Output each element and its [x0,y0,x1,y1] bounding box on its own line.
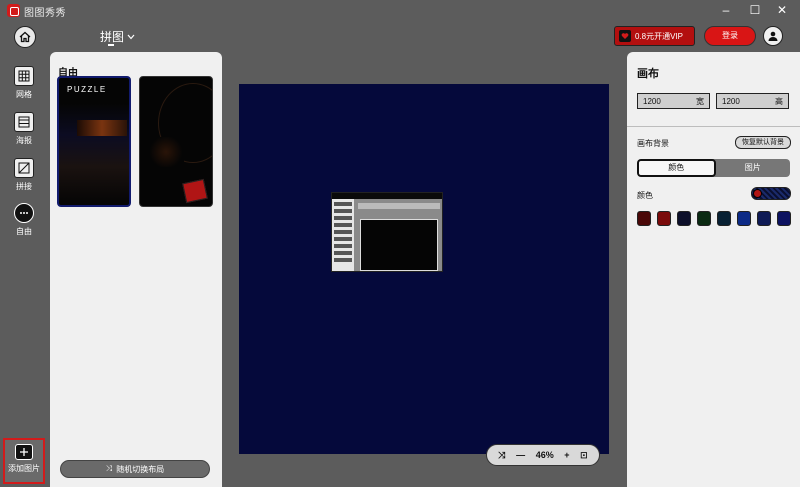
background-type-color[interactable]: 颜色 [637,159,716,177]
tab-underline [108,44,114,46]
vip-button[interactable]: 0.8元开通VIP [614,26,695,46]
maximize-button[interactable]: ☐ [748,3,762,17]
placed-image-toolbar [358,203,440,209]
canvas-placed-image[interactable] [331,192,443,272]
chevron-down-icon [127,34,135,39]
stitch-icon [14,158,34,178]
placed-image-sidebar [332,199,354,271]
template-thumbnail-2-card [182,178,208,204]
canvas-width-value: 1200 [643,96,661,106]
canvas-panel-title: 画布 [637,68,659,80]
rail-item-poster[interactable]: 海报 [0,112,48,146]
vip-label: 0.8元开通VIP [635,31,684,41]
minimize-button[interactable]: – [719,3,733,17]
reset-background-button[interactable]: 恢复默认背景 [735,136,791,149]
color-label: 颜色 [637,191,653,200]
canvas-width-unit: 宽 [696,96,704,106]
shuffle-button[interactable]: ⤨ [498,445,505,465]
home-icon [19,31,31,43]
user-avatar-button[interactable] [763,26,783,46]
template-thumbnail-1-text: PUZZLE [67,85,107,94]
background-type-image[interactable]: 图片 [716,159,791,177]
rail-item-free[interactable]: 自由 [0,203,48,237]
title-bar: 图图秀秀 – ☐ ✕ [0,0,800,20]
free-icon [14,203,34,223]
random-layout-label: 随机切换布局 [116,464,165,474]
color-swatch[interactable] [777,211,791,226]
canvas-height-input[interactable]: 1200 高 [716,93,789,109]
zoom-toolbar: ⤨ — 46% + ⊡ [486,444,600,466]
color-swatch[interactable] [717,211,731,226]
poster-icon [14,112,34,132]
color-swatch[interactable] [677,211,691,226]
color-swatch[interactable] [757,211,771,226]
template-thumbnail-2-image [148,137,184,167]
app-window: 图图秀秀 – ☐ ✕ 拼图 0.8元开通VIP 登录 网格 海报 拼接 自由 添… [0,0,800,487]
properties-panel: 画布 1200 宽 1200 高 画布背景 恢复默认背景 颜色 图片 颜色 [627,52,800,487]
app-logo-icon [7,4,20,17]
template-thumbnail-1[interactable]: PUZZLE [57,76,131,207]
rail-item-free-label: 自由 [16,227,32,236]
zoom-level: 46% [535,450,554,460]
heart-icon [619,30,631,42]
canvas-background-label: 画布背景 [637,139,669,148]
add-image-button[interactable]: 添加图片 [3,438,45,484]
color-picker[interactable] [751,187,791,200]
panel-divider [627,126,800,127]
shuffle-icon: ⤨ [105,464,113,473]
template-thumbnail-1-image [77,120,127,136]
rail-item-grid-label: 网格 [16,90,32,99]
fit-screen-button[interactable]: ⊡ [580,445,588,465]
grid-icon [14,66,34,86]
user-icon [768,31,778,41]
template-panel: 自由 PUZZLE ⤨ 随机切换布局 [50,52,222,487]
placed-image-content [360,219,438,271]
zoom-out-button[interactable]: — [516,445,525,465]
tab-puzzle-label: 拼图 [100,30,125,44]
home-button[interactable] [14,26,36,48]
rail-item-stitch-label: 拼接 [16,182,32,191]
tab-puzzle[interactable]: 拼图 [100,28,135,45]
add-image-icon [15,444,33,460]
template-thumbnail-2[interactable] [139,76,213,207]
add-image-label: 添加图片 [8,464,40,473]
color-swatch[interactable] [657,211,671,226]
login-button[interactable]: 登录 [704,26,756,46]
canvas-width-input[interactable]: 1200 宽 [637,93,710,109]
color-swatch[interactable] [697,211,711,226]
color-swatch[interactable] [637,211,651,226]
app-title: 图图秀秀 [24,8,66,19]
canvas-height-unit: 高 [775,96,783,106]
rail-item-grid[interactable]: 网格 [0,66,48,100]
canvas-area[interactable] [239,84,609,454]
rail-item-poster-label: 海报 [16,136,32,145]
background-type-toggle: 颜色 图片 [637,159,790,177]
canvas-height-value: 1200 [722,96,740,106]
zoom-in-button[interactable]: + [564,445,569,465]
rail-item-stitch[interactable]: 拼接 [0,158,48,192]
color-swatch[interactable] [737,211,751,226]
random-layout-button[interactable]: ⤨ 随机切换布局 [60,460,210,478]
close-button[interactable]: ✕ [775,3,789,17]
color-swatches [637,211,797,227]
color-picker-dot [753,189,762,198]
